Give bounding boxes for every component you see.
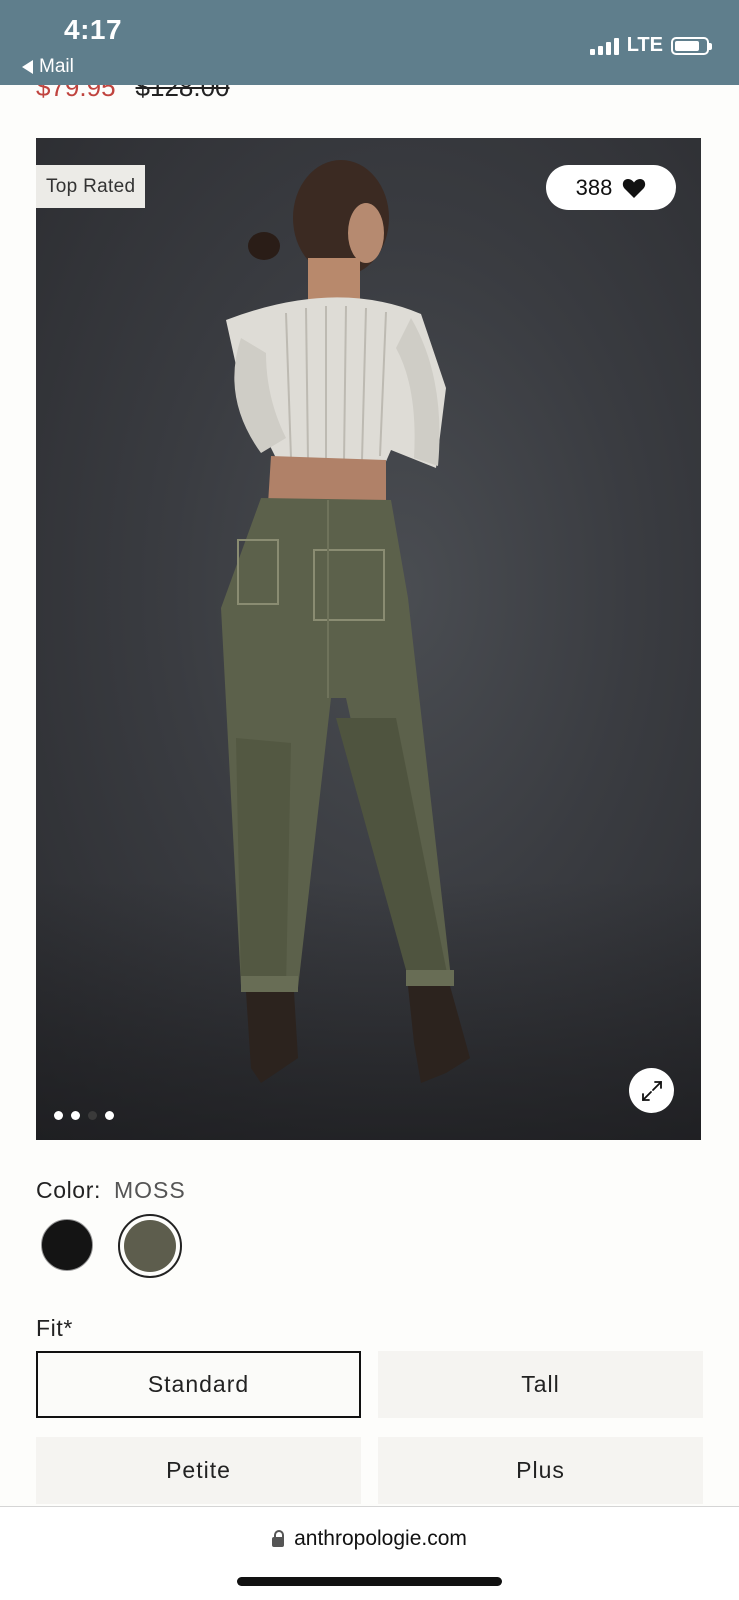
fit-option-standard[interactable]: Standard (36, 1351, 361, 1418)
fit-option-label: Plus (516, 1457, 565, 1483)
carousel-dot-active[interactable] (88, 1111, 97, 1120)
back-to-mail-button[interactable]: Mail (22, 56, 74, 78)
lock-icon (272, 1530, 285, 1547)
clock: 4:17 (64, 14, 123, 45)
carousel-dot[interactable] (71, 1111, 80, 1120)
color-selected-value: MOSS (113, 1177, 186, 1203)
signal-icon (589, 37, 619, 55)
likes-count: 388 (575, 174, 613, 200)
color-swatch-black[interactable] (41, 1219, 93, 1271)
back-arrow-icon (22, 60, 33, 74)
color-label-text: Color: (36, 1177, 101, 1203)
color-swatch-moss[interactable] (124, 1220, 176, 1272)
back-label: Mail (39, 56, 74, 77)
fit-option-label: Tall (521, 1371, 560, 1397)
color-label: Color: MOSS (36, 1177, 186, 1204)
browser-url-bar[interactable]: anthropologie.com (0, 1506, 739, 1600)
fit-option-label: Petite (166, 1457, 231, 1483)
expand-icon (641, 1080, 662, 1101)
fit-option-label: Standard (147, 1371, 250, 1397)
carousel-dot[interactable] (105, 1111, 114, 1120)
fit-option-plus[interactable]: Plus (378, 1437, 703, 1504)
fit-option-petite[interactable]: Petite (36, 1437, 361, 1504)
heart-icon (623, 178, 646, 198)
image-carousel-dots (54, 1111, 114, 1120)
url-text: anthropologie.com (294, 1527, 467, 1550)
battery-icon (671, 36, 712, 55)
product-page: $79.95 $128.00 4:17 Mail LTE Top Rated 3… (0, 0, 739, 1600)
product-image[interactable]: Top Rated 388 (36, 138, 701, 1140)
carousel-dot[interactable] (54, 1111, 63, 1120)
url-display[interactable]: anthropologie.com (0, 1527, 739, 1551)
model-figure (221, 160, 470, 1083)
status-bar: 4:17 Mail LTE (0, 0, 739, 85)
network-label: LTE (626, 34, 663, 56)
expand-image-button[interactable] (629, 1068, 674, 1113)
top-rated-badge: Top Rated (36, 165, 146, 208)
fit-label: Fit* (36, 1315, 73, 1341)
status-indicators: LTE (589, 34, 712, 57)
likes-button[interactable]: 388 (546, 165, 676, 210)
home-indicator[interactable] (237, 1577, 502, 1586)
fit-option-tall[interactable]: Tall (378, 1351, 703, 1418)
